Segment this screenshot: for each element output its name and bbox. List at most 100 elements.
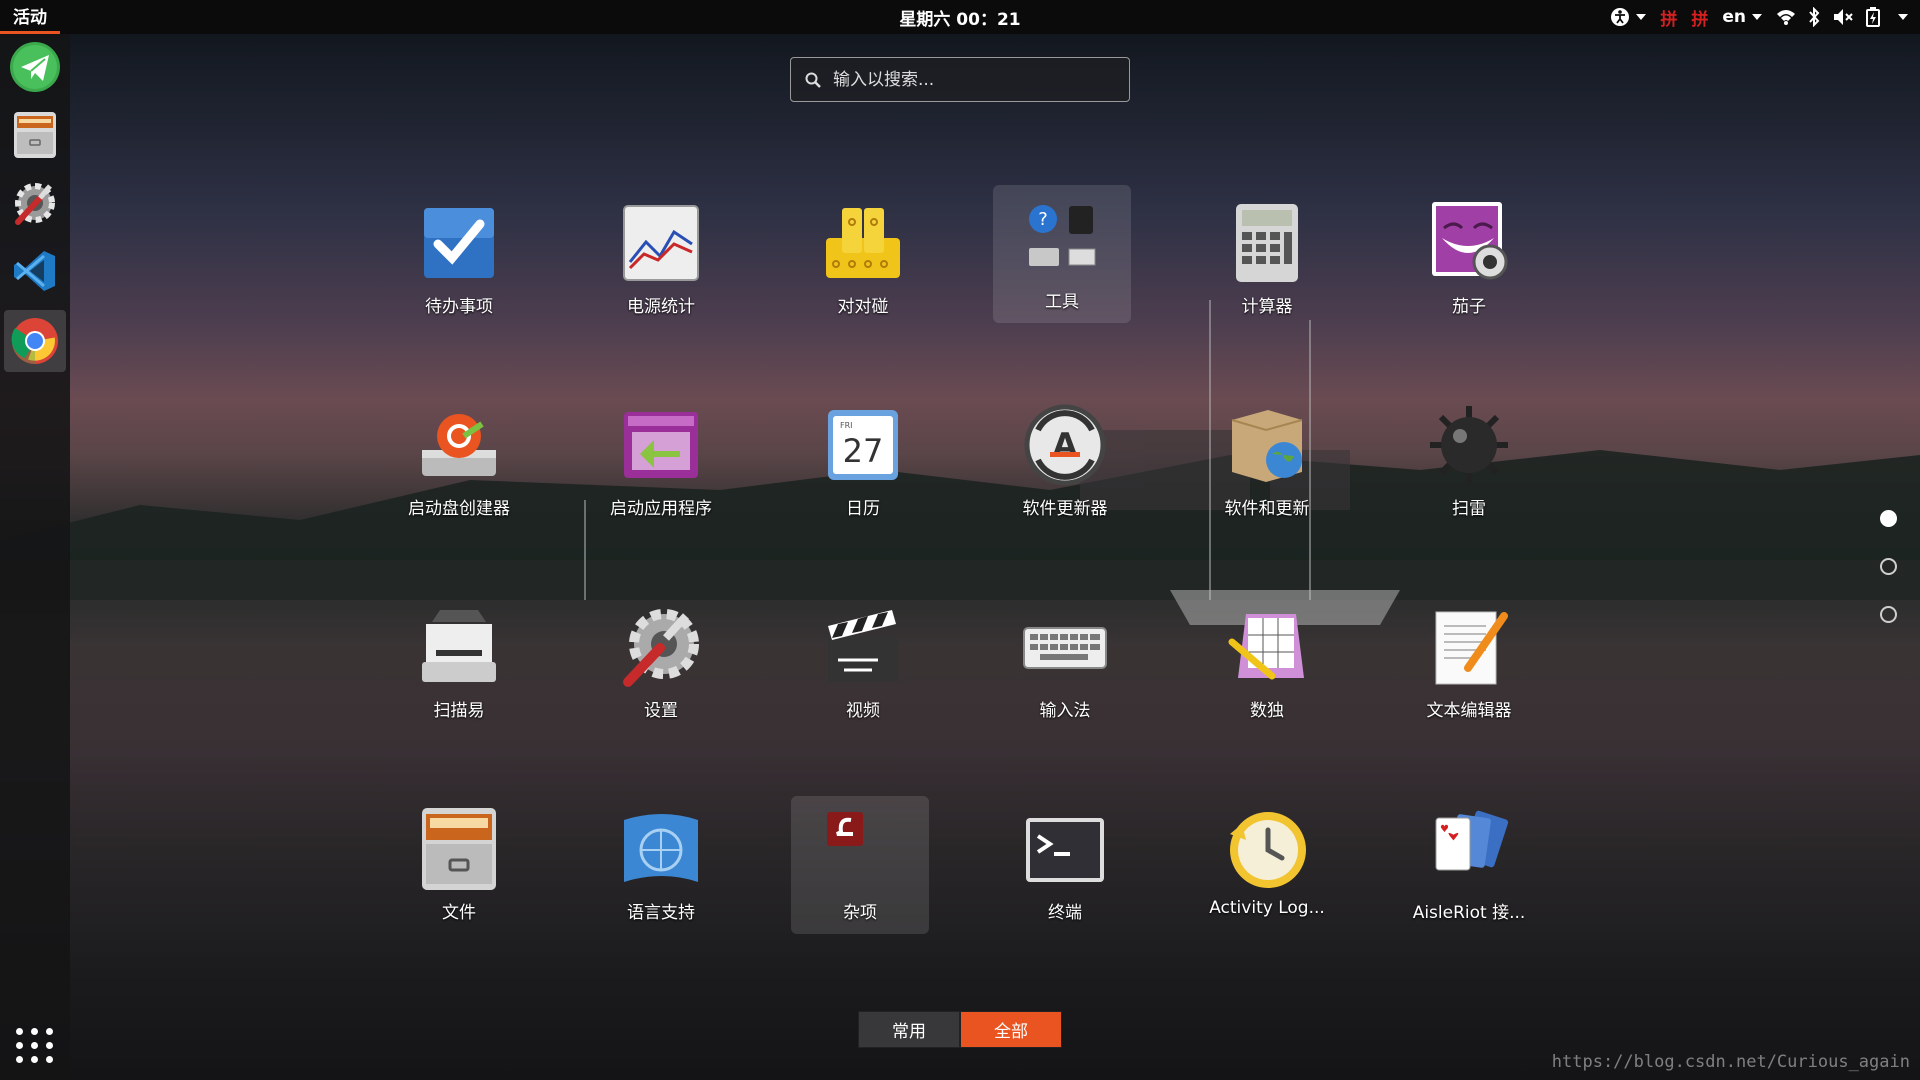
app-label: 日历 — [846, 499, 880, 519]
startup-applications-icon — [624, 412, 698, 478]
app-aisleriot[interactable]: ♥ AisleRiot 接... — [1400, 796, 1538, 934]
app-sudoku[interactable]: 数独 — [1198, 594, 1336, 732]
app-label: 输入法 — [1039, 701, 1091, 721]
accessibility-menu[interactable] — [1610, 7, 1647, 27]
utilities-folder-icon: ? — [1029, 205, 1096, 266]
cheese-icon — [1432, 202, 1508, 280]
calendar-day: 27 — [843, 432, 884, 470]
page-dot-1[interactable] — [1880, 510, 1897, 527]
language-menu[interactable]: en — [1722, 7, 1762, 27]
activities-button[interactable]: 活动 — [0, 0, 60, 34]
aisleriot-icon: ♥ — [1435, 810, 1509, 871]
app-settings[interactable]: 设置 — [592, 594, 730, 732]
app-startup-applications[interactable]: 启动应用程序 — [592, 392, 730, 530]
software-updater-icon: A — [1024, 404, 1106, 486]
app-label: 启动盘创建器 — [408, 499, 510, 519]
video-clapperboard-icon — [828, 610, 898, 682]
svg-text:♥: ♥ — [1440, 824, 1449, 835]
app-label: 杂项 — [843, 903, 877, 923]
app-terminal[interactable]: 终端 — [996, 796, 1134, 934]
search-icon — [805, 72, 821, 88]
app-label: 工具 — [1045, 292, 1079, 312]
app-label: 茄子 — [1452, 297, 1486, 317]
app-label: 数独 — [1250, 701, 1284, 721]
pinyin-indicator-1[interactable]: 拼 — [1660, 5, 1677, 30]
app-software-properties[interactable]: 软件和更新 — [1198, 392, 1336, 530]
settings-icon — [623, 609, 699, 687]
svg-text:?: ? — [1038, 209, 1048, 230]
svg-text:A: A — [1053, 426, 1078, 464]
swell-foop-icon — [826, 208, 900, 278]
app-label: 终端 — [1048, 903, 1082, 923]
grid-dot — [46, 1041, 53, 1049]
app-label: 软件更新器 — [1022, 499, 1108, 519]
mines-icon — [1430, 406, 1508, 484]
dock — [0, 34, 70, 1080]
app-files[interactable]: 文件 — [390, 796, 528, 934]
todo-icon — [424, 208, 494, 278]
folder-utilities[interactable]: ? 工具 — [993, 185, 1131, 323]
folder-misc[interactable]: 杂项 — [791, 796, 929, 934]
battery-charging-icon — [1866, 7, 1880, 27]
telegram-icon — [10, 42, 60, 92]
app-language-support[interactable]: 语言支持 — [592, 796, 730, 934]
view-switcher: 常用 全部 — [858, 1011, 1062, 1048]
search-box[interactable] — [790, 57, 1130, 102]
app-label: 文本编辑器 — [1426, 701, 1512, 721]
grid-dot — [31, 1027, 38, 1035]
app-swell-foop[interactable]: 对对碰 — [794, 190, 932, 328]
page-dot-3[interactable] — [1880, 606, 1897, 623]
clock-label[interactable]: 星期六 00：21 — [899, 10, 1020, 30]
chrome-icon — [11, 318, 58, 364]
system-tray: 拼 拼 en — [1610, 0, 1908, 34]
app-software-updater[interactable]: A 软件更新器 — [996, 392, 1134, 530]
calculator-icon — [1236, 204, 1298, 282]
app-calculator[interactable]: 计算器 — [1198, 190, 1336, 328]
terminal-icon — [1026, 818, 1104, 882]
app-input-method[interactable]: 输入法 — [996, 594, 1134, 732]
dock-item-vscode[interactable] — [4, 240, 66, 302]
app-label: 电源统计 — [627, 297, 695, 317]
page-indicator — [1880, 510, 1902, 654]
app-label: 视频 — [846, 701, 880, 721]
pinyin-indicator-2[interactable]: 拼 — [1691, 5, 1708, 30]
app-activity-log[interactable]: Activity Log... — [1198, 796, 1336, 934]
app-cheese[interactable]: 茄子 — [1400, 190, 1538, 328]
grid-dot — [31, 1041, 38, 1049]
app-label: 待办事项 — [425, 297, 493, 317]
dock-item-files[interactable] — [4, 104, 66, 166]
app-todo[interactable]: 待办事项 — [390, 190, 528, 328]
top-bar: 活动 星期六 00：21 拼 拼 en — [0, 0, 1920, 34]
app-label: 软件和更新 — [1224, 499, 1310, 519]
app-label: AisleRiot 接... — [1412, 903, 1526, 923]
tab-all[interactable]: 全部 — [960, 1011, 1062, 1048]
app-label: 文件 — [442, 903, 476, 923]
tab-frequent[interactable]: 常用 — [858, 1011, 960, 1048]
sudoku-icon — [1228, 614, 1304, 680]
calendar-icon: FRI 27 — [828, 410, 898, 480]
status-menu[interactable] — [1776, 7, 1908, 27]
scanner-icon — [422, 610, 496, 682]
watermark: https://blog.csdn.net/Curious_again — [1551, 1052, 1910, 1072]
accessibility-icon — [1611, 8, 1630, 26]
dock-item-chrome[interactable] — [4, 310, 66, 372]
app-calendar[interactable]: FRI 27 日历 — [794, 392, 932, 530]
app-mines[interactable]: 扫雷 — [1400, 392, 1538, 530]
app-scanner[interactable]: 扫描易 — [390, 594, 528, 732]
app-startup-disk-creator[interactable]: 启动盘创建器 — [390, 392, 528, 530]
app-text-editor[interactable]: 文本编辑器 — [1400, 594, 1538, 732]
software-properties-icon — [1231, 410, 1303, 482]
dock-item-telegram[interactable] — [4, 36, 66, 98]
grid-dot — [16, 1055, 23, 1063]
volume-muted-icon — [1834, 9, 1853, 25]
app-videos[interactable]: 视频 — [794, 594, 932, 732]
app-power-statistics[interactable]: 电源统计 — [592, 190, 730, 328]
page-dot-2[interactable] — [1880, 558, 1897, 575]
power-statistics-icon — [623, 205, 699, 281]
chevron-down-icon — [1752, 14, 1762, 20]
show-applications-button[interactable] — [8, 1018, 62, 1072]
bluetooth-icon — [1809, 7, 1820, 27]
app-label: 语言支持 — [627, 903, 695, 923]
dock-item-system-tools[interactable] — [4, 172, 66, 234]
search-input[interactable] — [833, 69, 1113, 90]
